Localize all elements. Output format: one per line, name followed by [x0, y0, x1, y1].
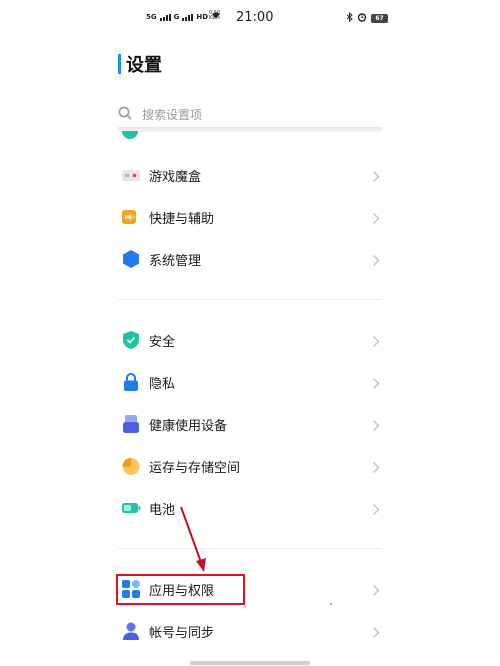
annotation-arrow: [180, 506, 206, 572]
home-indicator[interactable]: [190, 661, 310, 665]
annotation-highlight-box: [116, 574, 245, 605]
decorative-dot: [330, 603, 332, 605]
